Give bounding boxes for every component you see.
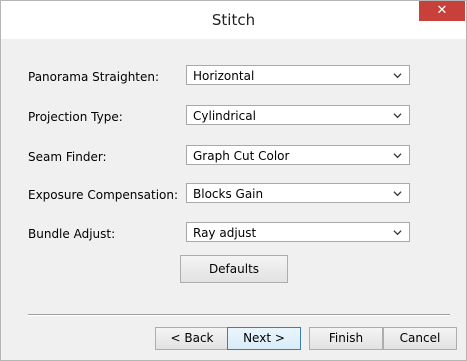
cancel-button[interactable]: Cancel: [383, 327, 457, 350]
chevron-down-icon: [393, 113, 402, 119]
back-button[interactable]: < Back: [155, 327, 229, 350]
panorama-straighten-label: Panorama Straighten:: [28, 70, 160, 84]
panorama-straighten-select[interactable]: Horizontal: [186, 65, 410, 85]
exposure-compensation-value: Blocks Gain: [193, 187, 264, 201]
chevron-down-icon: [393, 153, 402, 159]
exposure-compensation-label: Exposure Compensation:: [28, 188, 179, 202]
finish-button[interactable]: Finish: [309, 327, 383, 350]
seam-finder-select[interactable]: Graph Cut Color: [186, 145, 410, 165]
seam-finder-value: Graph Cut Color: [193, 149, 290, 163]
next-button[interactable]: Next >: [227, 327, 301, 350]
bundle-adjust-value: Ray adjust: [193, 226, 257, 240]
panorama-straighten-value: Horizontal: [193, 69, 255, 83]
defaults-button[interactable]: Defaults: [180, 255, 288, 283]
seam-finder-label: Seam Finder:: [28, 150, 107, 164]
exposure-compensation-select[interactable]: Blocks Gain: [186, 183, 410, 203]
title-bar: Stitch ✕: [1, 1, 466, 39]
projection-type-label: Projection Type:: [28, 110, 123, 124]
close-button[interactable]: ✕: [419, 1, 465, 21]
dialog-title: Stitch: [211, 11, 256, 29]
bundle-adjust-select[interactable]: Ray adjust: [186, 222, 410, 242]
close-icon: ✕: [436, 3, 448, 18]
chevron-down-icon: [393, 191, 402, 197]
projection-type-value: Cylindrical: [193, 109, 256, 123]
projection-type-select[interactable]: Cylindrical: [186, 105, 410, 125]
bundle-adjust-label: Bundle Adjust:: [28, 227, 116, 241]
stitch-dialog: Stitch ✕: [0, 0, 467, 361]
chevron-down-icon: [393, 73, 402, 79]
chevron-down-icon: [393, 230, 402, 236]
footer-separator: [28, 314, 450, 316]
